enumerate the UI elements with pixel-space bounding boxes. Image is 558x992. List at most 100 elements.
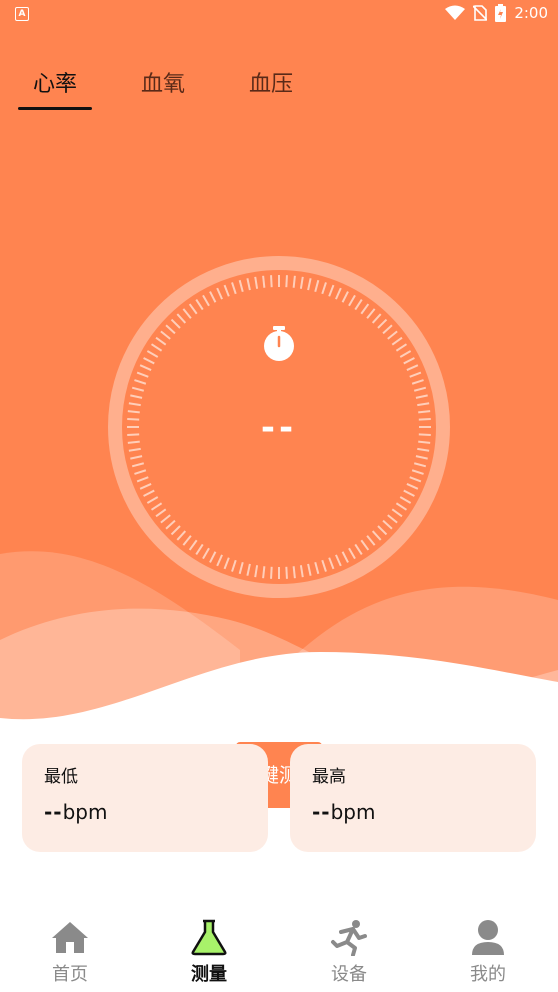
dial-tick bbox=[143, 357, 155, 365]
tab-blood-oxygen[interactable]: 血氧 bbox=[126, 64, 200, 110]
nav-measure[interactable]: 测量 bbox=[169, 918, 249, 986]
dial-tick bbox=[128, 402, 141, 407]
dial-tick bbox=[170, 525, 181, 536]
dial-tick bbox=[262, 275, 266, 288]
status-time: 2:00 bbox=[514, 4, 548, 22]
dial-tick bbox=[165, 324, 176, 335]
nav-measure-label: 测量 bbox=[191, 964, 227, 985]
dial-tick bbox=[130, 455, 143, 460]
dial-tick bbox=[188, 303, 198, 315]
dial-tick bbox=[377, 525, 388, 536]
dial-tick bbox=[403, 357, 415, 365]
dial-tick bbox=[382, 324, 393, 335]
dial-tick bbox=[136, 476, 149, 483]
dial-tick bbox=[409, 371, 422, 378]
dial-tick bbox=[134, 469, 147, 475]
dial-tick bbox=[341, 291, 349, 303]
bottom-navigation: 首页 测量 设备 我的 bbox=[0, 906, 558, 992]
dial-tick bbox=[231, 282, 237, 295]
dial-tick bbox=[155, 336, 167, 346]
dial-tick bbox=[292, 275, 296, 288]
dial-tick bbox=[415, 394, 428, 399]
dial-tick bbox=[143, 489, 155, 497]
dial-tick bbox=[299, 276, 304, 289]
dial-tick bbox=[406, 364, 419, 371]
dial-tick bbox=[216, 287, 223, 300]
min-label: 最低 bbox=[44, 767, 78, 787]
dial-tick bbox=[139, 364, 152, 371]
running-icon bbox=[331, 920, 367, 956]
dial-tick bbox=[176, 313, 187, 324]
min-value: --bpm bbox=[44, 800, 108, 824]
dial-tick bbox=[391, 508, 403, 518]
dial-tick bbox=[395, 502, 408, 511]
dial-tick bbox=[136, 371, 149, 378]
dial-tick bbox=[238, 279, 244, 293]
dial-tick bbox=[155, 508, 167, 518]
dial-tick bbox=[328, 284, 335, 297]
status-bar: A 2:00 bbox=[0, 0, 558, 28]
dial-tick bbox=[406, 483, 419, 490]
tab-heart-rate[interactable]: 心率 bbox=[18, 64, 93, 110]
min-stat-card: 最低 --bpm bbox=[22, 744, 268, 852]
dial-tick bbox=[146, 496, 159, 504]
dial-tick bbox=[160, 514, 171, 524]
dial-tick bbox=[413, 462, 427, 468]
flask-icon bbox=[191, 919, 227, 956]
dial-tick bbox=[382, 519, 393, 530]
dial-tick bbox=[417, 402, 430, 407]
dial-tick bbox=[246, 278, 251, 291]
dial-tick bbox=[354, 298, 363, 311]
dial-tick bbox=[150, 343, 163, 352]
max-label: 最高 bbox=[312, 767, 346, 787]
dial-tick bbox=[160, 330, 171, 340]
max-stat-card: 最高 --bpm bbox=[290, 744, 536, 852]
no-sim-icon bbox=[473, 5, 488, 21]
dial-tick bbox=[399, 350, 412, 358]
dial-tick bbox=[411, 469, 424, 475]
wifi-icon bbox=[445, 5, 466, 20]
dial-tick bbox=[223, 284, 230, 297]
max-unit: bpm bbox=[330, 800, 376, 824]
tab-blood-pressure[interactable]: 血压 bbox=[234, 64, 308, 110]
dial-tick bbox=[195, 298, 204, 311]
dial-tick bbox=[285, 275, 288, 288]
nav-profile-label: 我的 bbox=[470, 964, 506, 985]
dial-tick bbox=[209, 291, 217, 303]
dial-tick bbox=[128, 447, 141, 452]
dial-tick bbox=[403, 489, 415, 497]
nav-device-label: 设备 bbox=[331, 964, 367, 985]
dial-tick bbox=[409, 476, 422, 483]
battery-icon bbox=[495, 4, 507, 22]
dial-tick bbox=[417, 447, 430, 452]
nav-profile[interactable]: 我的 bbox=[448, 918, 528, 986]
dial-tick bbox=[360, 303, 370, 315]
home-icon bbox=[52, 922, 88, 953]
dial-tick bbox=[377, 318, 388, 329]
nav-device[interactable]: 设备 bbox=[309, 918, 389, 986]
dial-tick bbox=[176, 530, 187, 541]
app-notification-icon: A bbox=[15, 7, 29, 21]
dial-tick bbox=[387, 330, 398, 340]
nav-home[interactable]: 首页 bbox=[30, 918, 110, 986]
dial-tick bbox=[411, 379, 424, 385]
dial-tick bbox=[371, 313, 382, 324]
dial-tick bbox=[202, 294, 210, 307]
heart-rate-value: -- bbox=[260, 408, 298, 448]
dial-tick bbox=[170, 318, 181, 329]
dial-tick bbox=[146, 350, 159, 358]
nav-home-label: 首页 bbox=[52, 964, 88, 985]
min-unit: bpm bbox=[62, 800, 108, 824]
dial-tick bbox=[399, 496, 412, 504]
dial-tick bbox=[314, 279, 320, 293]
user-icon bbox=[472, 920, 504, 955]
dial-tick bbox=[134, 379, 147, 385]
stopwatch-icon bbox=[264, 326, 294, 361]
dial-tick bbox=[395, 343, 408, 352]
dial-tick bbox=[321, 282, 327, 295]
dial-tick bbox=[150, 502, 163, 511]
dial-tick bbox=[165, 519, 176, 530]
dial-tick bbox=[130, 394, 143, 399]
dial-tick bbox=[254, 276, 259, 289]
dial-tick bbox=[391, 336, 403, 346]
